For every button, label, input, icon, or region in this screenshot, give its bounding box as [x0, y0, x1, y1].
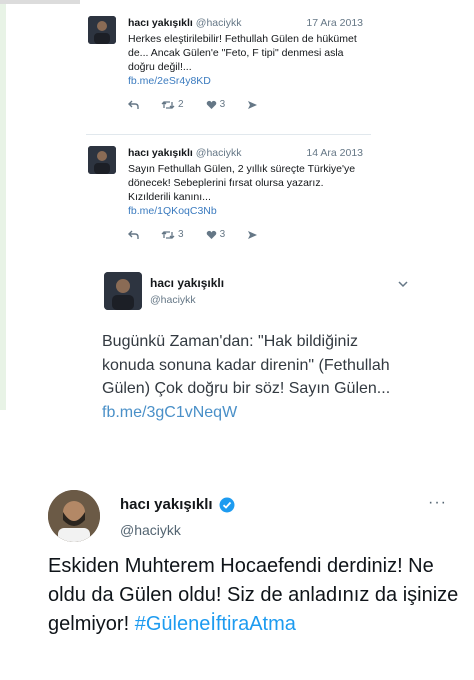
heart-icon[interactable] — [206, 230, 217, 240]
top-edge-strip — [0, 0, 80, 4]
verified-badge-icon — [219, 497, 235, 512]
author-handle[interactable]: @haciykk — [150, 294, 196, 306]
dm-icon[interactable] — [247, 100, 258, 110]
chevron-down-icon[interactable] — [398, 280, 408, 291]
tweet-actions: 2 3 — [128, 98, 363, 112]
author-name-text[interactable]: hacı yakışıklı — [120, 496, 213, 513]
hashtag-link[interactable]: #GüleneİftiraAtma — [135, 613, 296, 635]
avatar[interactable] — [48, 490, 100, 542]
author-name[interactable]: hacı yakışıklı — [128, 17, 193, 29]
tweet-link[interactable]: fb.me/3gC1vNeqW — [102, 404, 237, 421]
avatar[interactable] — [88, 16, 116, 44]
reply-icon[interactable] — [128, 230, 139, 240]
tweet-date[interactable]: 17 Ara 2013 — [306, 16, 363, 30]
retweet-icon[interactable] — [161, 100, 175, 110]
author-name[interactable]: hacı yakışıklı — [150, 276, 224, 290]
avatar[interactable] — [104, 272, 142, 310]
more-icon[interactable]: ··· — [428, 494, 447, 512]
tweet-text: Herkes eleştirilebilir! Fethullah Gülen … — [128, 33, 357, 73]
retweet-count: 3 — [178, 229, 184, 240]
tweet-text-content: Bugünkü Zaman'dan: "Hak bildiğiniz konud… — [102, 333, 391, 397]
author-handle[interactable]: @haciykk — [196, 147, 242, 159]
tweet-card-4[interactable]: hacı yakışıklı @haciykk ··· Eskiden Muht… — [0, 470, 474, 680]
tweet-actions: 3 3 — [128, 228, 363, 242]
like-count: 3 — [219, 229, 226, 240]
author-handle[interactable]: @haciykk — [196, 17, 242, 29]
like-count: 3 — [219, 99, 226, 110]
reply-icon[interactable] — [128, 100, 139, 110]
retweet-count: 2 — [178, 99, 184, 110]
author-handle[interactable]: @haciykk — [120, 522, 181, 538]
tweet-link[interactable]: fb.me/2eSr4y8KD — [128, 74, 363, 88]
tweet-link[interactable]: fb.me/1QKoqC3Nb — [128, 204, 363, 218]
tweet-text: Sayın Fethullah Gülen, 2 yıllık süreçte … — [128, 163, 356, 203]
tweet-text: Eskiden Muhterem Hocaefendi derdiniz! Ne… — [48, 552, 468, 639]
heart-icon[interactable] — [206, 100, 217, 110]
divider — [86, 134, 371, 135]
left-edge-strip — [0, 0, 6, 410]
tweet-text: Bugünkü Zaman'dan: "Hak bildiğiniz konud… — [102, 330, 402, 424]
retweet-icon[interactable] — [161, 230, 175, 240]
author-name[interactable]: hacı yakışıklı — [120, 496, 235, 513]
dm-icon[interactable] — [247, 230, 258, 240]
avatar[interactable] — [88, 146, 116, 174]
tweet-date[interactable]: 14 Ara 2013 — [306, 146, 363, 160]
author-name[interactable]: hacı yakışıklı — [128, 147, 193, 159]
